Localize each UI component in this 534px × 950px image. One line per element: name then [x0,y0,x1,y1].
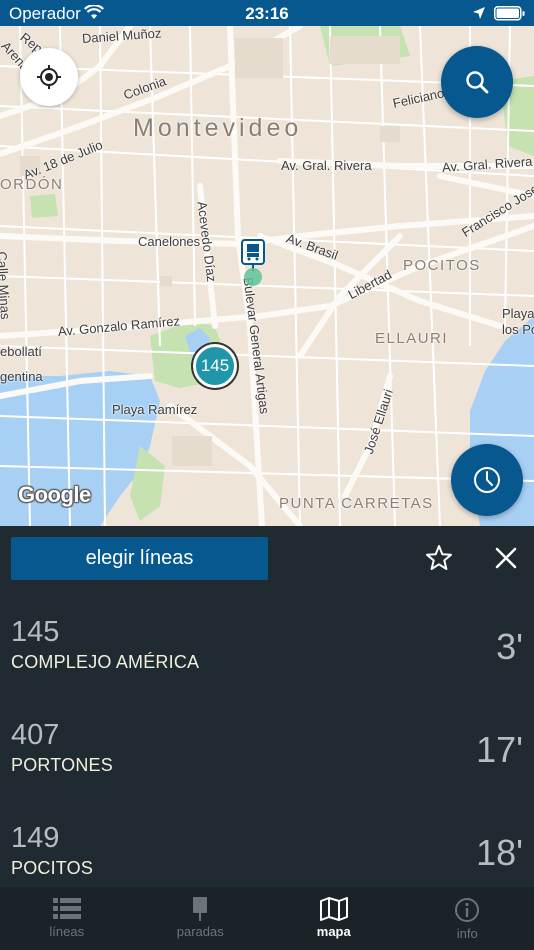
map-label-pocitos: POCITOS [403,257,481,274]
choose-lines-button[interactable]: elegir líneas [11,537,268,580]
tab-lineas[interactable]: líneas [0,887,134,950]
arrival-row[interactable]: 407 PORTONES 17' [0,719,534,822]
tab-label: líneas [49,924,85,939]
tab-paradas[interactable]: paradas [134,887,268,950]
arrivals-panel: elegir líneas 145 COMPLEJO AMÉRICA 3' 40… [0,526,534,887]
schedule-button[interactable] [451,444,523,516]
bus-marker[interactable]: 145 [193,344,237,388]
tab-label: paradas [176,924,224,939]
arrival-destination: COMPLEJO AMÉRICA [11,652,200,672]
arrival-destination: PORTONES [11,755,113,775]
map-label-playa-ramirez: Playa Ramírez [112,402,198,417]
close-icon[interactable] [492,544,520,572]
tab-bar: líneas paradas mapa info [0,887,534,950]
arrival-line-number: 407 [11,719,60,751]
tab-mapa[interactable]: mapa [267,887,401,950]
info-icon [455,898,480,922]
map-label-rebollati: ebollatí [0,344,42,359]
arrival-eta: 3' [496,626,523,667]
bus-stop-sign-icon [193,897,208,921]
clock-icon [474,467,500,493]
tab-label: mapa [316,924,351,939]
map-label-playa-los-pocitos: Playa los Po [502,306,534,337]
search-button[interactable] [441,46,513,118]
status-bar: Operador 23:16 [0,0,534,26]
bus-stop-icon[interactable] [241,239,267,289]
google-logo: Google [18,482,91,507]
list-icon [52,898,81,919]
map-icon [319,897,348,921]
search-icon [466,71,489,94]
map-label-ellauri: ELLAURI [375,330,449,347]
map-label-argentina: gentina [0,369,43,384]
arrival-destination: POCITOS [11,858,94,878]
favorite-star-icon[interactable] [424,543,454,573]
clock-time: 23:16 [245,4,289,23]
tab-info[interactable]: info [401,887,534,950]
arrival-eta: 17' [476,729,523,770]
map-view[interactable]: Montevideo ORDÓN POCITOS ELLAURI PUNTA C… [0,26,534,526]
locate-me-button[interactable] [20,48,78,106]
arrival-eta: 18' [476,832,523,873]
map-label-gral-rivera-1: Av. Gral. Rivera [281,158,372,173]
arrival-line-number: 145 [11,616,60,648]
map-label-punta-carretas: PUNTA CARRETAS [279,495,434,512]
map-label-canelones: Canelones [138,234,201,249]
location-arrow-icon [473,7,485,19]
arrival-row[interactable]: 145 COMPLEJO AMÉRICA 3' [0,616,534,719]
tab-label: info [456,926,478,941]
map-label-city: Montevideo [133,114,303,142]
battery-icon [494,6,525,21]
arrival-line-number: 149 [11,822,60,854]
crosshair-icon [37,65,61,89]
